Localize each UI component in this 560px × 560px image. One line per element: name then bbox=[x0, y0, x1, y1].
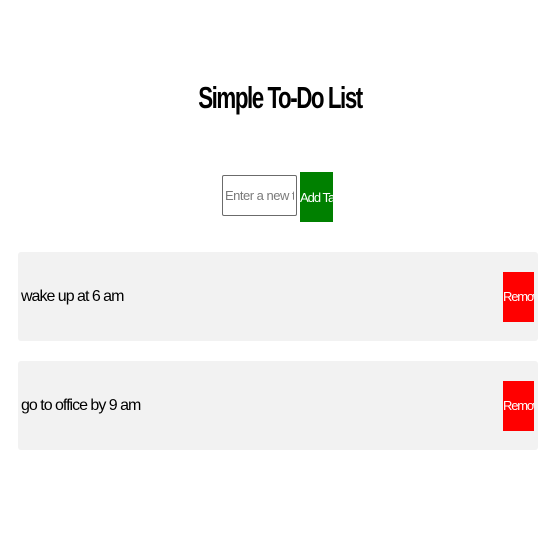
todo-app: Simple To-Do List Add Task wake up at 6 … bbox=[0, 0, 560, 560]
task-list: wake up at 6 am Remove go to office by 9… bbox=[18, 252, 538, 470]
remove-task-button[interactable]: Remove bbox=[503, 380, 534, 431]
task-item: wake up at 6 am Remove bbox=[18, 252, 538, 341]
add-task-form: Add Task bbox=[222, 172, 333, 222]
add-task-button[interactable]: Add Task bbox=[300, 172, 333, 222]
task-text: go to office by 9 am bbox=[21, 396, 141, 414]
task-item: go to office by 9 am Remove bbox=[18, 361, 538, 450]
new-task-input[interactable] bbox=[222, 175, 297, 216]
task-text: wake up at 6 am bbox=[21, 287, 124, 305]
remove-task-button[interactable]: Remove bbox=[503, 271, 534, 322]
page-title: Simple To-Do List bbox=[198, 80, 363, 115]
